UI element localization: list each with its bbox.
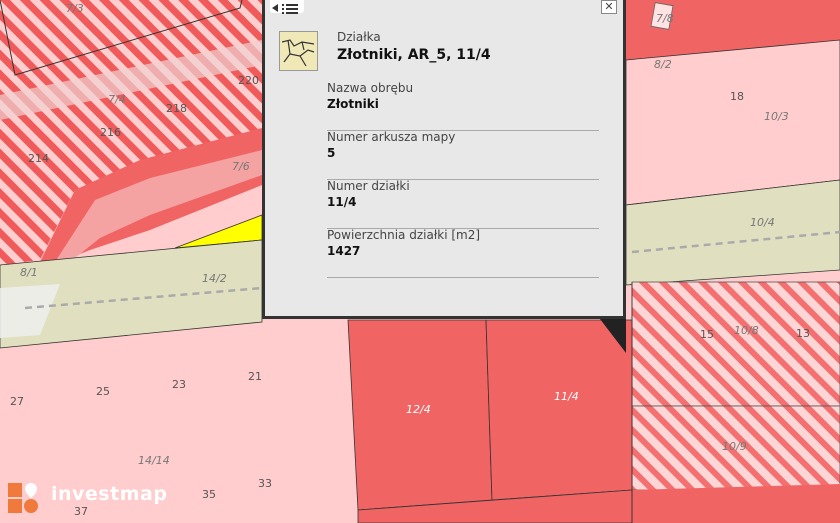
- popup-pointer: [600, 319, 626, 353]
- parcel-label: 27: [10, 395, 24, 408]
- parcel-label: 12/4: [406, 403, 431, 416]
- popup-category: Działka: [337, 30, 381, 44]
- parcel-label: 15: [700, 328, 714, 341]
- field-label: Numer działki: [327, 179, 410, 193]
- parcel-label: 21: [248, 370, 262, 383]
- field-map-sheet: Numer arkusza mapy 5: [327, 130, 599, 180]
- parcel-label: 8/1: [20, 266, 38, 279]
- parcel-label: 33: [258, 477, 272, 490]
- parcel-label: 23: [172, 378, 186, 391]
- parcel-label: 220: [238, 74, 259, 87]
- popup-title: Złotniki, AR_5, 11/4: [337, 47, 491, 63]
- field-label: Powierzchnia działki [m2]: [327, 228, 481, 242]
- field-value: Złotniki: [327, 97, 379, 111]
- parcel-label: 7/6: [232, 160, 250, 173]
- parcel-label: 10/3: [764, 110, 789, 123]
- parcel-label: 216: [100, 126, 121, 139]
- parcel-label: 7/8: [656, 12, 674, 25]
- investmap-logo: investmap: [8, 481, 167, 515]
- investmap-logo-icon: [8, 483, 38, 513]
- parcel-label: 10/4: [750, 216, 775, 229]
- field-parcel-area: Powierzchnia działki [m2] 1427: [327, 228, 599, 278]
- field-label: Nazwa obrębu: [327, 81, 414, 95]
- close-button[interactable]: ✕: [601, 0, 617, 14]
- field-value: 11/4: [327, 195, 357, 209]
- field-label: Numer arkusza mapy: [327, 130, 456, 144]
- list-button[interactable]: [270, 0, 304, 14]
- parcel-info-popup: Działka Złotniki, AR_5, 11/4 Nazwa obręb…: [262, 0, 626, 319]
- parcel-label: 18: [730, 90, 744, 103]
- parcel-label: 214: [28, 152, 49, 165]
- parcel-label: 35: [202, 488, 216, 501]
- parcel-label: 11/4: [554, 390, 579, 403]
- field-value: 1427: [327, 244, 361, 258]
- parcel-label: 14/2: [202, 272, 227, 285]
- parcel-label: 14/14: [138, 454, 170, 467]
- parcel-label: 218: [166, 102, 187, 115]
- parcel-label: 13: [796, 327, 810, 340]
- hatched-parcel-10-8: [631, 281, 840, 407]
- field-precinct-name: Nazwa obrębu Złotniki: [327, 81, 599, 131]
- parcel-label: 7/3: [66, 2, 84, 15]
- parcel-label: 8/2: [654, 58, 672, 71]
- parcel-label: 7/4: [108, 93, 126, 106]
- parcel-map-thumbnail-icon: [279, 31, 318, 71]
- close-icon: ✕: [604, 0, 614, 13]
- field-parcel-number: Numer działki 11/4: [327, 179, 599, 229]
- list-icon: [272, 4, 298, 14]
- logo-text: investmap: [51, 483, 168, 505]
- field-value: 5: [327, 146, 336, 160]
- parcel-label: 25: [96, 385, 110, 398]
- parcel-label: 37: [74, 505, 88, 518]
- parcel-label: 10/8: [734, 324, 759, 337]
- parcel-label: 10/9: [722, 440, 747, 453]
